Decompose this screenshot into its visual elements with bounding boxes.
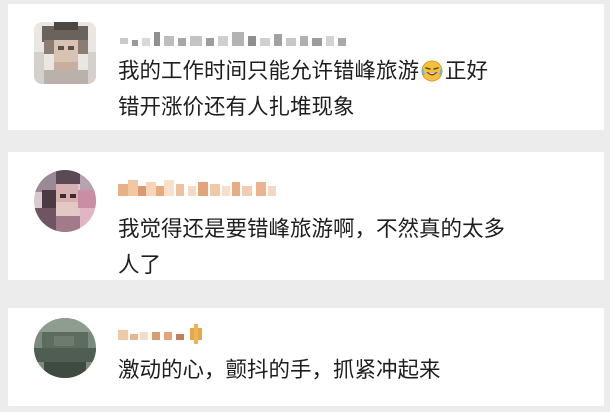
comment-card[interactable]: 我觉得还是要错峰旅游啊，不然真的太多 人了 [8, 152, 604, 280]
laughing-tears-emoji-icon [421, 60, 443, 82]
username-blurred[interactable] [118, 176, 288, 202]
comment-feed: 我的工作时间只能允许错峰旅游 正好 错开涨价还有人扎堆现象 我觉得还是要错峰旅游… [0, 0, 610, 412]
username-blurred[interactable] [118, 26, 368, 52]
avatar[interactable] [34, 170, 96, 232]
pixelated-username [118, 180, 276, 196]
pixelated-username [120, 32, 346, 46]
pixelated-avatar-image [34, 22, 96, 84]
comment-text: 激动的心，颤抖的手，抓紧冲起来 [118, 358, 441, 383]
comment-text: 我觉得还是要错峰旅游啊，不然真的太多 人了 [118, 217, 506, 278]
comment-text-part1: 我的工作时间只能允许错峰旅游 [118, 59, 420, 84]
username-blurred[interactable] [118, 320, 214, 346]
pixelated-avatar-image [34, 170, 96, 232]
avatar[interactable] [34, 318, 96, 378]
pixelated-username [118, 324, 202, 344]
avatar[interactable] [34, 22, 96, 84]
comment-text: 我的工作时间只能允许错峰旅游 正好 错开涨价还有人扎堆现象 [118, 54, 538, 126]
pixelated-avatar-image [34, 318, 96, 378]
comment-card[interactable]: 激动的心，颤抖的手，抓紧冲起来 [8, 308, 604, 406]
comment-card[interactable]: 我的工作时间只能允许错峰旅游 正好 错开涨价还有人扎堆现象 [8, 4, 604, 130]
